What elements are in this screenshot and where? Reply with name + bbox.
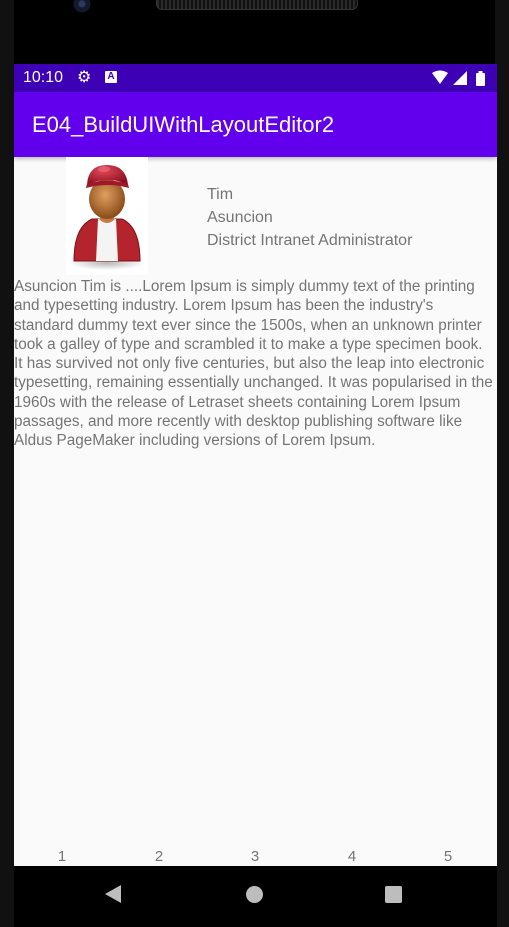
home-icon[interactable] bbox=[246, 886, 263, 903]
job-title: District Intranet Administrator bbox=[207, 232, 413, 249]
app-toolbar: E04_BuildUIWithLayoutEditor2 bbox=[14, 92, 497, 157]
app-screen: 10:10 ⚙ A E04_BuildUIWithLayoutEditor2 T… bbox=[14, 64, 497, 927]
page-number-2[interactable]: 2 bbox=[144, 848, 174, 865]
front-camera-icon bbox=[72, 0, 94, 16]
page-number-4[interactable]: 4 bbox=[337, 848, 367, 865]
navigation-bar bbox=[14, 866, 497, 927]
signal-icon bbox=[453, 71, 467, 85]
status-icons bbox=[431, 70, 489, 86]
app-title: E04_BuildUIWithLayoutEditor2 bbox=[32, 112, 335, 137]
battery-icon bbox=[476, 71, 485, 86]
page-number-5[interactable]: 5 bbox=[433, 848, 463, 865]
status-time: 10:10 bbox=[23, 69, 64, 86]
status-bar: 10:10 ⚙ A bbox=[14, 64, 497, 92]
back-icon[interactable] bbox=[105, 885, 121, 903]
profile-info: Tim Asuncion District Intranet Administr… bbox=[207, 183, 412, 252]
last-name: Asuncion bbox=[207, 209, 273, 226]
person-avatar-icon bbox=[66, 157, 148, 275]
first-name: Tim bbox=[207, 186, 234, 203]
profile-description: Asuncion Tim is ....Lorem Ipsum is simpl… bbox=[14, 278, 493, 450]
wifi-icon bbox=[432, 70, 448, 84]
pagination: 1 2 3 4 5 bbox=[14, 846, 497, 868]
device-bezel-right bbox=[495, 0, 509, 927]
recents-icon[interactable] bbox=[385, 886, 402, 903]
gear-icon: ⚙ bbox=[77, 67, 92, 86]
page-number-1[interactable]: 1 bbox=[47, 848, 77, 865]
accessibility-a-icon: A bbox=[105, 71, 117, 83]
speaker-grille bbox=[156, 0, 358, 10]
page-number-3[interactable]: 3 bbox=[240, 848, 270, 865]
phone-device: 10:10 ⚙ A E04_BuildUIWithLayoutEditor2 T… bbox=[0, 0, 509, 927]
device-bezel-left bbox=[0, 0, 14, 927]
